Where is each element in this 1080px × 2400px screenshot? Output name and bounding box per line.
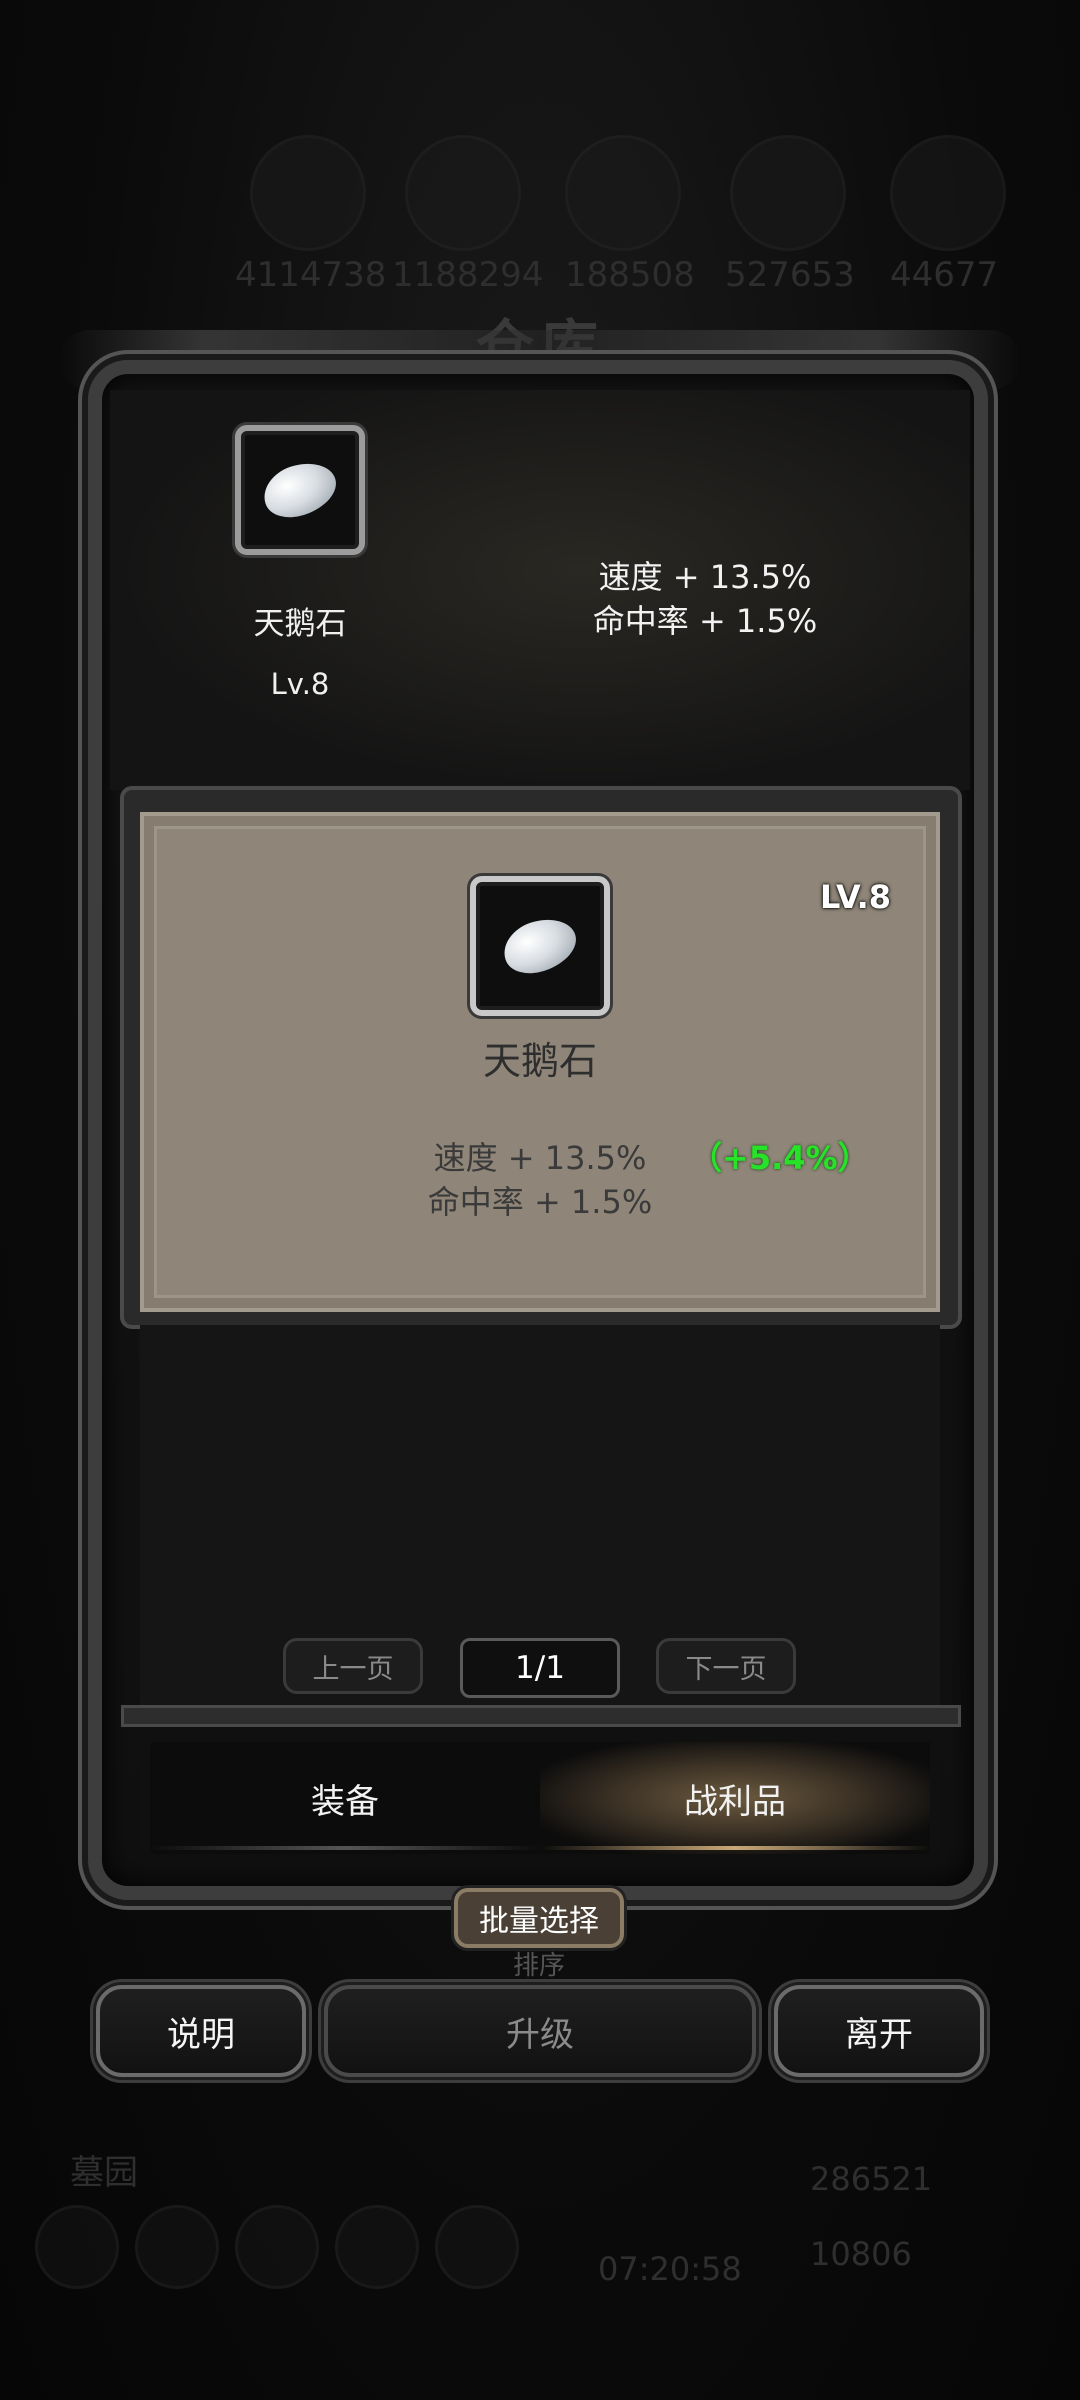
bg-resource-value: 1188294	[392, 255, 544, 295]
bg-resource-value: 44677	[890, 255, 999, 295]
background-resource-bar	[0, 125, 1080, 265]
card-bonus: （+5.4%）	[690, 1139, 870, 1177]
bg-nav-icon	[235, 2205, 319, 2289]
batch-select-button[interactable]: 批量选择	[454, 1888, 624, 1948]
tab-loot[interactable]: 战利品	[540, 1742, 930, 1854]
bg-nav-icon	[35, 2205, 119, 2289]
resource-icon	[405, 135, 521, 251]
bg-gold-value: 286521	[810, 2160, 933, 2198]
bg-nav-icon	[135, 2205, 219, 2289]
tab-equipment[interactable]: 装备	[150, 1742, 540, 1854]
bg-timer: 07:20:58	[598, 2250, 742, 2288]
resource-icon	[565, 135, 681, 251]
tab-underline-active	[540, 1846, 930, 1850]
card-item-slot	[470, 876, 610, 1016]
bg-resource-value: 527653	[725, 255, 855, 295]
help-button[interactable]: 说明	[96, 1985, 306, 2077]
bg-resource-value: 4114738	[235, 255, 387, 295]
swan-stone-icon	[257, 454, 343, 526]
preview-stat: 速度 + 13.5%	[598, 558, 812, 596]
resource-icon	[250, 135, 366, 251]
card-level: LV.8	[820, 878, 892, 916]
bg-nav-icon	[435, 2205, 519, 2289]
bg-resource-value: 188508	[565, 255, 695, 295]
prev-page-button[interactable]: 上一页	[283, 1638, 423, 1694]
bg-nav-icon	[335, 2205, 419, 2289]
preview-stat: 命中率 + 1.5%	[592, 602, 818, 640]
bg-gem-value: 10806	[810, 2235, 912, 2273]
next-page-button[interactable]: 下一页	[656, 1638, 796, 1694]
sort-label: 排序	[512, 1951, 565, 1981]
page-indicator: 1/1	[460, 1638, 620, 1698]
resource-icon	[730, 135, 846, 251]
upgrade-button[interactable]: 升级	[324, 1985, 756, 2077]
resource-icon	[890, 135, 1006, 251]
preview-item-level: Lv.8	[270, 667, 330, 701]
leave-button[interactable]: 离开	[774, 1985, 984, 2077]
swan-stone-icon	[497, 910, 583, 982]
preview-item-slot[interactable]	[235, 425, 365, 555]
bg-footer-label: 墓园	[70, 2153, 138, 2193]
card-stat: 速度 + 13.5%	[433, 1139, 647, 1177]
card-stat: 命中率 + 1.5%	[427, 1183, 653, 1221]
tab-underline	[150, 1846, 540, 1850]
card-item-name: 天鹅石	[482, 1039, 597, 1083]
list-frame-bottom	[124, 1708, 958, 1724]
preview-item-name: 天鹅石	[253, 606, 347, 642]
